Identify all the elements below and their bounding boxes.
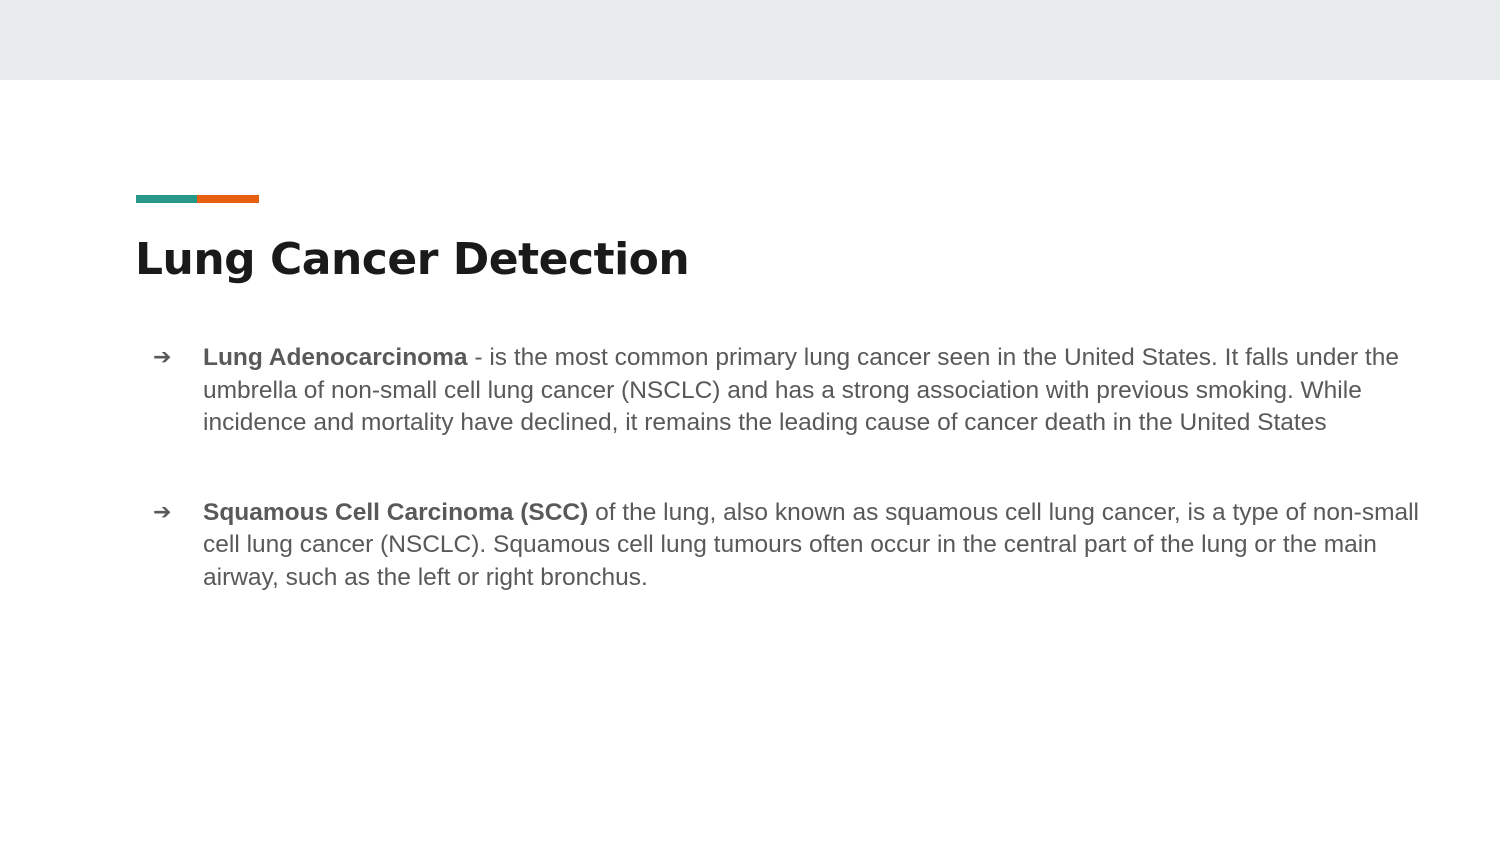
title-accent-bar [136, 195, 259, 203]
bullet-list: ➔ Lung Adenocarcinoma - is the most comm… [150, 342, 1440, 594]
arrow-right-icon: ➔ [153, 345, 172, 370]
bullet-item: ➔ Squamous Cell Carcinoma (SCC) of the l… [150, 497, 1440, 595]
accent-teal-segment [136, 195, 197, 203]
bullet-term: Lung Adenocarcinoma [203, 344, 468, 371]
slide-title: Lung Cancer Detection [135, 234, 690, 285]
bullet-item: ➔ Lung Adenocarcinoma - is the most comm… [150, 342, 1440, 440]
accent-orange-segment [197, 195, 259, 203]
arrow-right-icon: ➔ [153, 499, 172, 525]
bullet-term: Squamous Cell Carcinoma (SCC) [203, 498, 589, 526]
header-band [0, 0, 1500, 80]
